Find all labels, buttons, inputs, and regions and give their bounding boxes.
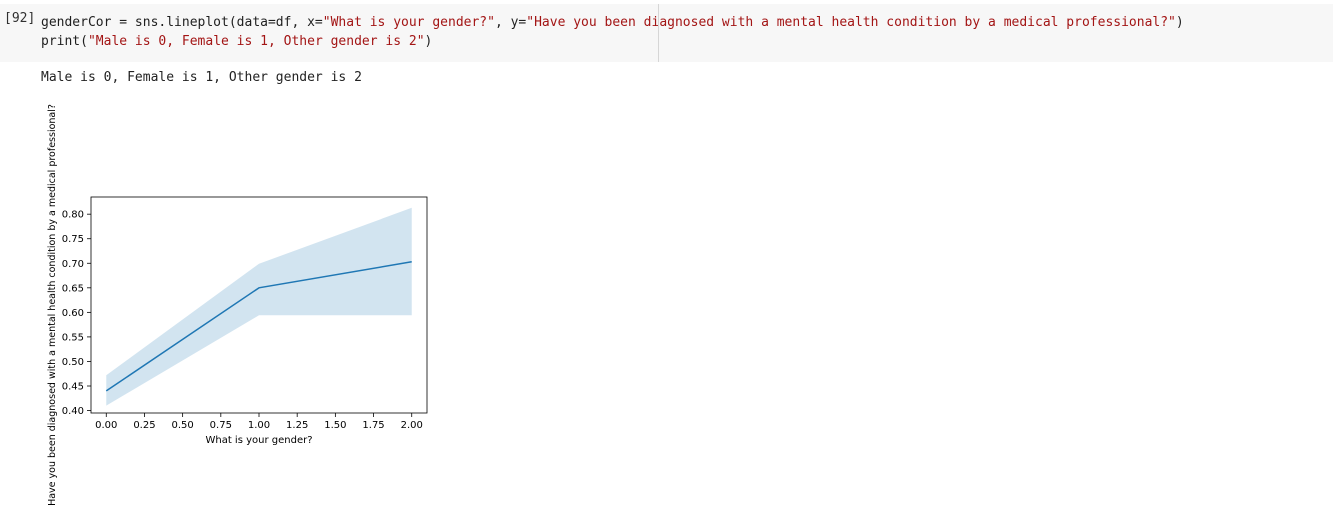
code-line-1[interactable]: genderCor = sns.lineplot(data=df, x="Wha…	[41, 15, 1184, 30]
y-tick-label: 0.65	[62, 283, 84, 294]
code-line-2[interactable]: print("Male is 0, Female is 1, Other gen…	[41, 34, 432, 49]
x-tick-label: 1.25	[286, 420, 308, 431]
lineplot-figure: 0.00 0.25 0.50 0.75 1.00 1.25 1.50 1.75 2.00 0.40…	[0, 90, 460, 528]
y-tick-label: 0.40	[62, 406, 84, 417]
y-tick-label: 0.50	[62, 357, 84, 368]
y-tick-label: 0.75	[62, 234, 84, 245]
x-tick-label: 2.00	[401, 420, 423, 431]
cell-output-text: Male is 0, Female is 1, Other gender is …	[41, 70, 362, 85]
x-axis-label: What is your gender?	[205, 435, 312, 446]
y-tick-label: 0.60	[62, 308, 84, 319]
lineplot-svg: 0.00 0.25 0.50 0.75 1.00 1.25 1.50 1.75 2.00 0.40…	[47, 104, 428, 506]
x-tick-label: 0.75	[210, 420, 232, 431]
y-tick-label: 0.55	[62, 332, 84, 343]
code-line-1-part-b: "What is your gender?"	[322, 15, 495, 30]
code-line-1-part-e: )	[1175, 15, 1184, 30]
y-tick-label: 0.80	[62, 210, 84, 221]
code-line-2-part-c: )	[424, 34, 433, 49]
x-tick-label: 0.50	[172, 420, 194, 431]
x-tick-label: 0.00	[95, 420, 117, 431]
x-tick-label: 0.25	[133, 420, 155, 431]
code-line-2-part-b: "Male is 0, Female is 1, Other gender is…	[87, 34, 425, 49]
execution-count: [92]	[4, 11, 36, 26]
x-tick-label: 1.00	[248, 420, 270, 431]
code-line-1-part-d: "Have you been diagnosed with a mental h…	[526, 15, 1176, 30]
y-axis-label: Have you been diagnosed with a mental he…	[47, 104, 58, 506]
code-line-2-part-a: print(	[41, 34, 88, 49]
x-tick-label: 1.75	[362, 420, 384, 431]
editor-ruler	[658, 4, 659, 62]
code-line-1-part-a: genderCor = sns.lineplot(data=df, x=	[41, 15, 323, 30]
confidence-band	[106, 207, 412, 406]
code-cell[interactable]	[0, 4, 1333, 62]
y-tick-label: 0.45	[62, 382, 84, 393]
code-line-1-part-c: , y=	[494, 15, 527, 30]
y-tick-label: 0.70	[62, 259, 84, 270]
x-tick-label: 1.50	[324, 420, 346, 431]
